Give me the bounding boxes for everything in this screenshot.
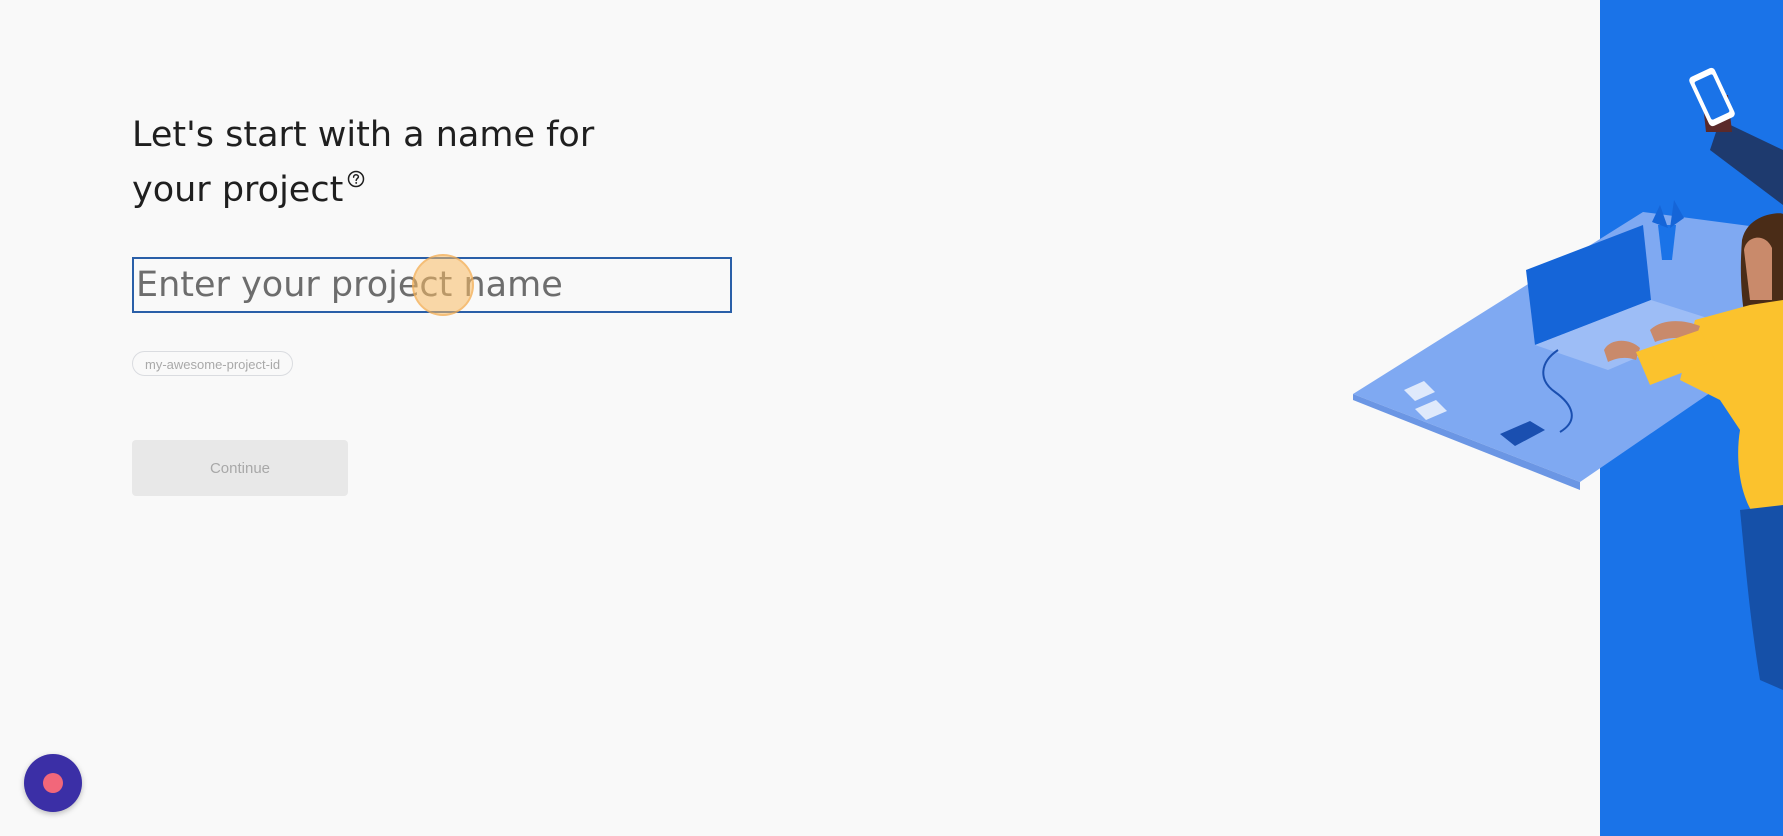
project-name-input[interactable] xyxy=(132,257,732,313)
page-title-line-2: your project xyxy=(132,170,344,210)
project-id-text: my-awesome-project-id xyxy=(145,357,281,372)
create-project-page: Let's start with a name for your project… xyxy=(0,0,1783,836)
record-fab-button[interactable] xyxy=(24,754,82,812)
help-circle-icon[interactable] xyxy=(347,170,365,188)
page-title: Let's start with a name for your project xyxy=(132,108,652,218)
hero-illustration xyxy=(1353,0,1783,836)
continue-button[interactable]: Continue xyxy=(132,440,348,496)
project-id-chip[interactable]: my-awesome-project-id xyxy=(132,351,294,376)
record-dot-icon xyxy=(43,773,63,793)
continue-button-label: Continue xyxy=(209,459,271,477)
page-title-line-1: Let's start with a name for xyxy=(132,115,595,155)
